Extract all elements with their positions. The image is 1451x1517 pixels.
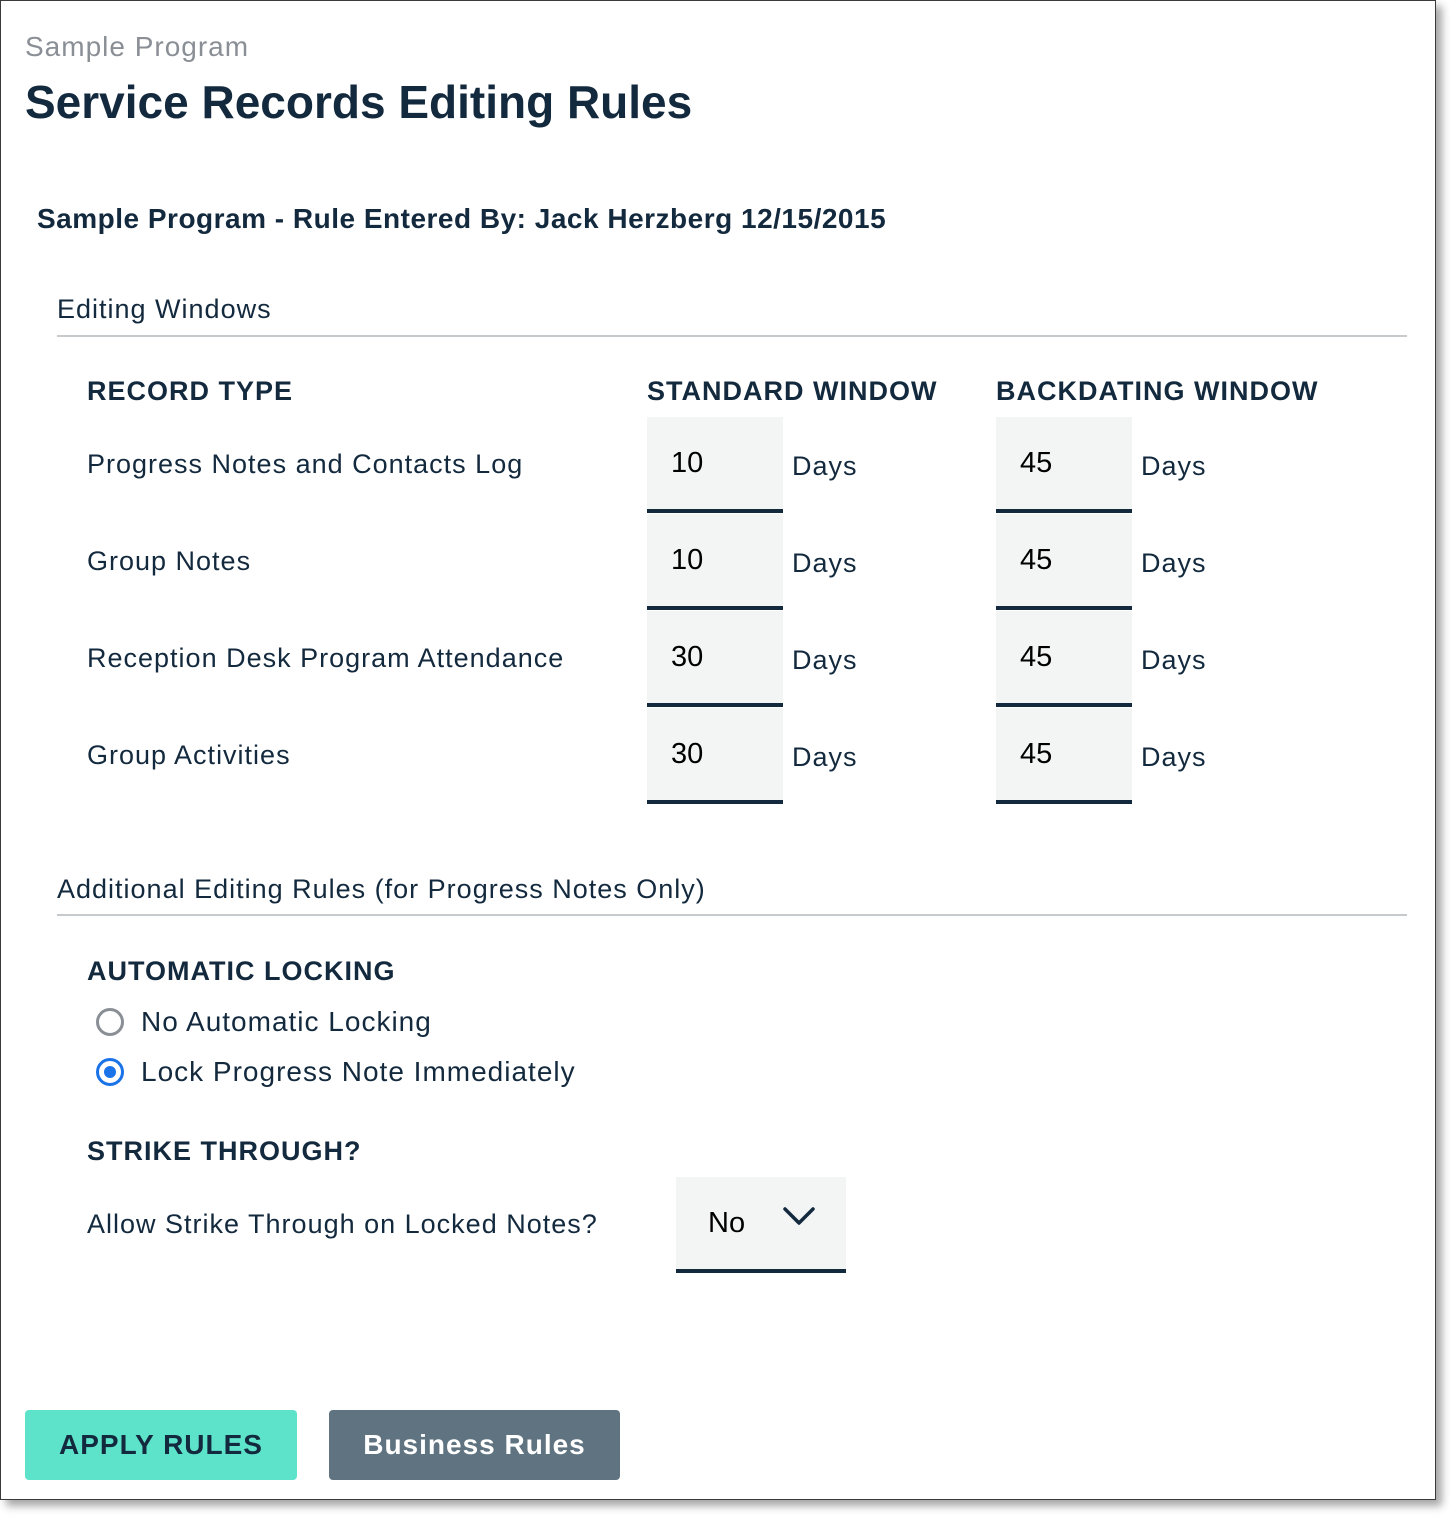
standard-window-input[interactable] <box>647 514 783 610</box>
strike-through-question: Allow Strike Through on Locked Notes? <box>87 1209 598 1239</box>
backdating-window-unit: Days <box>1141 742 1207 772</box>
backdating-window-input[interactable] <box>996 611 1132 707</box>
backdating-window-input[interactable] <box>996 514 1132 610</box>
backdating-window-input[interactable] <box>996 417 1132 513</box>
strike-through-selected-value: No <box>708 1207 746 1239</box>
backdating-window-unit: Days <box>1141 645 1207 675</box>
column-header-backdating-window: BACKDATING WINDOW <box>996 376 1319 406</box>
backdating-window-input[interactable] <box>996 708 1132 804</box>
business-rules-button[interactable]: Business Rules <box>329 1410 620 1480</box>
section-divider <box>57 335 1407 337</box>
standard-window-input[interactable] <box>647 417 783 513</box>
backdating-window-unit: Days <box>1141 548 1207 578</box>
page-title: Service Records Editing Rules <box>25 76 693 128</box>
apply-rules-button[interactable]: APPLY RULES <box>25 1410 297 1480</box>
section-title-additional-rules: Additional Editing Rules (for Progress N… <box>57 874 706 904</box>
strike-through-header: STRIKE THROUGH? <box>87 1136 362 1166</box>
record-type-label: Group Activities <box>87 740 291 770</box>
program-label: Sample Program <box>25 31 250 62</box>
section-divider <box>57 914 1407 916</box>
radio-lock-immediately[interactable] <box>96 1058 124 1086</box>
chevron-down-icon <box>783 1207 815 1225</box>
editing-rules-panel: Sample Program Service Records Editing R… <box>0 0 1436 1500</box>
record-type-label: Reception Desk Program Attendance <box>87 643 565 673</box>
automatic-locking-header: AUTOMATIC LOCKING <box>87 956 396 986</box>
strike-through-select[interactable]: No <box>676 1177 846 1273</box>
section-title-editing-windows: Editing Windows <box>57 294 272 324</box>
standard-window-unit: Days <box>792 451 858 481</box>
radio-label-no-automatic-locking[interactable]: No Automatic Locking <box>141 1006 432 1038</box>
standard-window-input[interactable] <box>647 708 783 804</box>
rule-entered-by: Sample Program - Rule Entered By: Jack H… <box>37 203 887 234</box>
standard-window-unit: Days <box>792 548 858 578</box>
standard-window-unit: Days <box>792 645 858 675</box>
radio-no-automatic-locking[interactable] <box>96 1008 124 1036</box>
standard-window-input[interactable] <box>647 611 783 707</box>
record-type-label: Group Notes <box>87 546 252 576</box>
standard-window-unit: Days <box>792 742 858 772</box>
backdating-window-unit: Days <box>1141 451 1207 481</box>
record-type-label: Progress Notes and Contacts Log <box>87 449 524 479</box>
radio-label-lock-immediately[interactable]: Lock Progress Note Immediately <box>141 1056 576 1088</box>
column-header-record-type: RECORD TYPE <box>87 376 294 406</box>
column-header-standard-window: STANDARD WINDOW <box>647 376 938 406</box>
